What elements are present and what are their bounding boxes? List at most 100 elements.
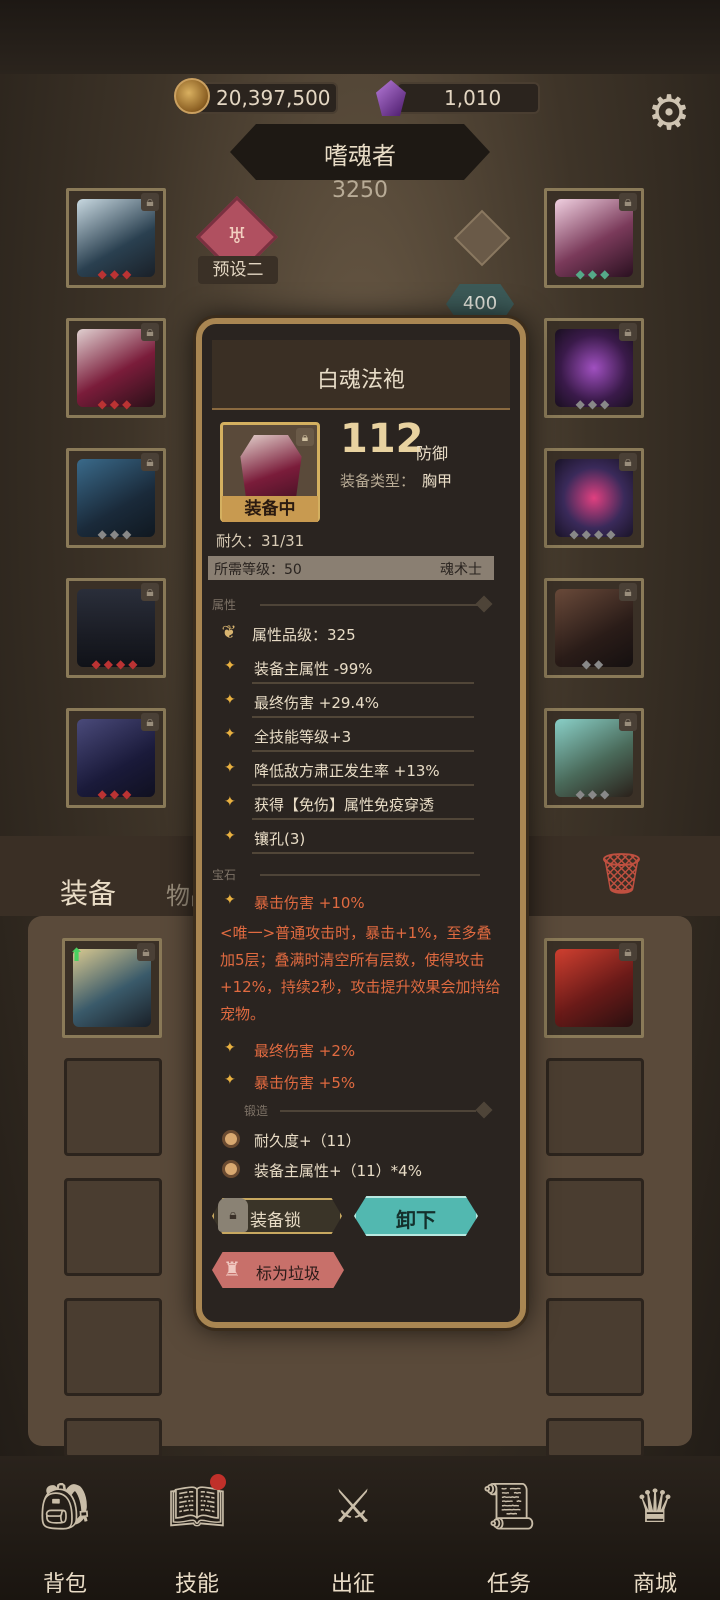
forge-line: 耐久度+（11） [254, 1132, 361, 1150]
backpack-icon: 🎒︎ [35, 1479, 95, 1533]
section-gems: 宝石 [212, 868, 237, 882]
gold-amount: 20,397,500 [216, 86, 331, 110]
nav-quests[interactable]: 📜︎ 任务 [454, 1468, 564, 1598]
mark-junk-label[interactable]: 标为垃圾 [256, 1260, 320, 1284]
star-icon: ✦ [224, 1040, 236, 1056]
slot-helmet[interactable]: 🔒︎ ◆◆◆ [66, 188, 166, 288]
lock-icon: 🔒︎ [619, 323, 637, 341]
attribute-quality: 属性品级：325 [252, 626, 356, 644]
star-icon: ✦ [224, 828, 236, 844]
item-name: 白魂法袍 [316, 368, 405, 393]
star-icon: ✦ [224, 892, 236, 908]
padlock-icon: 🔒︎ [218, 1198, 248, 1232]
slot-gloves[interactable]: 🔒︎ ◆◆◆ [66, 448, 166, 548]
slot-weapon[interactable]: 🔒︎ ◆◆◆ [544, 188, 644, 288]
gem-extra-text: 暴击伤害 +5% [254, 1074, 356, 1092]
affix-underline [252, 852, 474, 854]
nav-label: 任务 [486, 1572, 531, 1597]
slot-ring[interactable]: 🔒︎ ◆◆◆◆ [544, 448, 644, 548]
forge-line: 装备主属性+（11）*4% [254, 1162, 422, 1180]
affix-underline [252, 682, 474, 684]
nav-shop[interactable]: ♛ 商城 [600, 1468, 710, 1598]
affix-underline [252, 784, 474, 786]
socket-gems: ◆◆◆ [575, 267, 613, 281]
lock-icon: 🔒︎ [296, 428, 314, 446]
lantern-icon: ♜ [223, 1257, 241, 1281]
gem-description: <唯一>普通攻击时，暴击+1%，至多叠加5层；叠满时清空所有层数，使得攻击+12… [220, 924, 501, 1023]
affix-underline [252, 750, 474, 752]
divider [280, 1110, 476, 1112]
affix-text: 获得【免伤】属性免疫穿透 [254, 796, 435, 814]
socket-gems: ◆◆ [581, 657, 607, 671]
affix-underline [252, 818, 474, 820]
slot-boots[interactable]: 🔒︎ ◆◆◆ [66, 708, 166, 808]
bag-slot[interactable] [64, 1418, 162, 1458]
required-class: 魂术士 [440, 562, 482, 578]
bag-slot[interactable] [64, 1058, 162, 1156]
defense-value: 112 [340, 416, 424, 462]
affix-underline [252, 716, 474, 718]
star-icon: ✦ [224, 726, 236, 742]
nav-expedition[interactable]: ⚔ 出征 [298, 1468, 408, 1598]
gold-coin-icon [174, 78, 210, 114]
upgrade-arrow-icon: ⬆ [69, 945, 85, 966]
lock-icon: 🔒︎ [141, 583, 159, 601]
star-icon: ✦ [224, 760, 236, 776]
affix-text: 装备主属性 -99% [254, 660, 373, 678]
section-attributes: 属性 [212, 598, 237, 612]
socket-gems: ◆◆◆◆ [91, 657, 141, 671]
bag-item-bracer[interactable]: 🔒︎ [544, 938, 644, 1038]
socket-gems: ◆◆◆ [97, 787, 135, 801]
gem-extra-text: 最终伤害 +2% [254, 1042, 356, 1060]
bag-slot[interactable] [546, 1418, 644, 1458]
tab-equipment[interactable]: 装备 [60, 872, 116, 912]
nav-label: 出征 [330, 1572, 375, 1597]
lock-icon: 🔒︎ [619, 943, 637, 961]
bag-item-claw[interactable]: 🔒︎ ⬆ [62, 938, 162, 1038]
bag-slot[interactable] [546, 1178, 644, 1276]
slot-necklace[interactable]: 🔒︎ ◆◆◆ [544, 318, 644, 418]
equipment-lock-label[interactable]: 装备锁 [250, 1206, 301, 1231]
shop-crown-icon: ♛ [634, 1479, 676, 1533]
nav-label: 技能 [174, 1572, 219, 1597]
settings-gear-icon[interactable]: ⚙ [644, 88, 694, 138]
type-value: 胸甲 [422, 472, 453, 490]
gem-amount: 1,010 [444, 86, 502, 110]
bag-slot[interactable] [64, 1298, 162, 1396]
lock-icon: 🔒︎ [141, 453, 159, 471]
bag-slot[interactable] [546, 1058, 644, 1156]
lock-icon: 🔒︎ [619, 193, 637, 211]
socket-gems: ◆◆◆◆ [569, 527, 619, 541]
preset-label[interactable]: 预设二 [198, 256, 278, 284]
slot-chest[interactable]: 🔒︎ ◆◆◆ [66, 318, 166, 418]
required-level: 所需等级：50 [214, 562, 302, 578]
nav-label: 背包 [42, 1572, 87, 1597]
lock-icon: 🔒︎ [141, 323, 159, 341]
socket-gems: ◆◆◆ [575, 397, 613, 411]
section-forge: 锻造 [244, 1104, 269, 1118]
lock-icon: 🔒︎ [137, 943, 155, 961]
divider [260, 874, 480, 876]
nav-skills[interactable]: 📖︎ 技能 [142, 1468, 252, 1598]
slot-relic[interactable]: 🔒︎ ◆◆◆ [544, 708, 644, 808]
lock-icon: 🔒︎ [141, 713, 159, 731]
slot-legs[interactable]: 🔒︎ ◆◆◆◆ [66, 578, 166, 678]
star-icon: ✦ [224, 658, 236, 674]
bag-slot[interactable] [64, 1178, 162, 1276]
lock-icon: 🔒︎ [619, 453, 637, 471]
preset-crest-icon: ♅ [227, 224, 247, 249]
character-power: 3250 [332, 178, 388, 203]
bag-slot[interactable] [546, 1298, 644, 1396]
affix-text: 降低敌方肃正发生率 +13% [254, 762, 440, 780]
socket-gems: ◆◆◆ [575, 787, 613, 801]
trash-icon[interactable]: 🗑︎ [596, 850, 647, 902]
sword-scroll-icon: ⚔ [332, 1479, 374, 1533]
affix-text: 全技能等级+3 [254, 728, 352, 746]
slot-bracer[interactable]: 🔒︎ ◆◆ [544, 578, 644, 678]
nav-backpack[interactable]: 🎒︎ 背包 [10, 1468, 120, 1598]
durability: 耐久：31/31 [216, 532, 305, 550]
lock-icon: 🔒︎ [141, 193, 159, 211]
unequip-label[interactable]: 卸下 [354, 1204, 478, 1233]
star-icon: ✦ [224, 794, 236, 810]
equipped-tag: 装备中 [222, 496, 318, 522]
